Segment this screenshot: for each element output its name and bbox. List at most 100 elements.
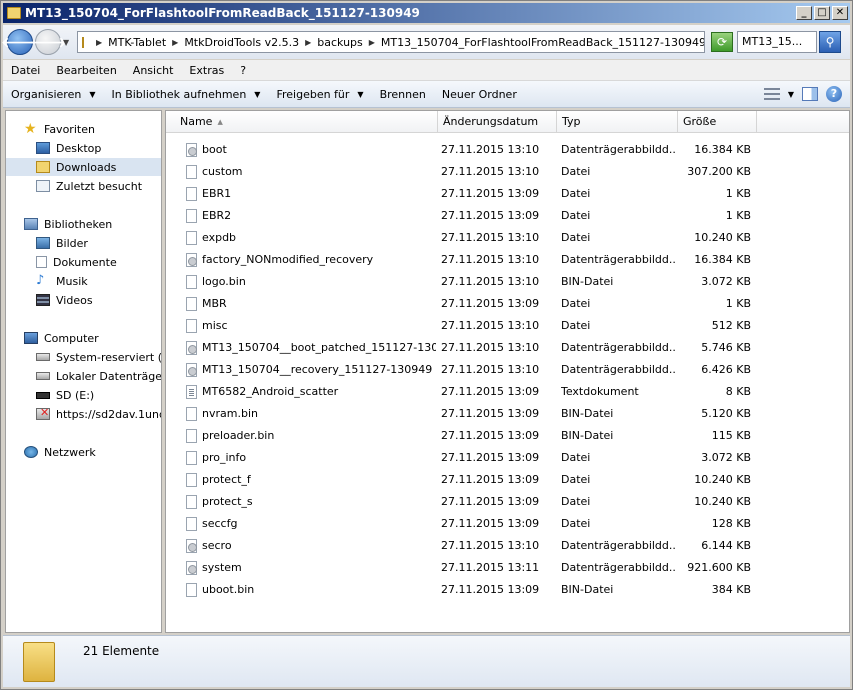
chevron-right-icon[interactable]: ▶ (369, 38, 375, 47)
share-with-button[interactable]: Freigeben für ▼ (268, 88, 371, 101)
nav-downloads[interactable]: Downloads (6, 158, 161, 176)
title-bar[interactable]: MT13_150704_ForFlashtoolFromReadBack_151… (3, 3, 850, 23)
nav-network[interactable]: Netzwerk (24, 443, 96, 461)
file-row[interactable]: seccfg 27.11.2015 13:09 Datei 128 KB (166, 513, 849, 535)
breadcrumb-current-folder[interactable]: MT13_150704_ForFlashtoolFromReadBack_151… (381, 36, 704, 49)
nav-desktop[interactable]: Desktop (36, 139, 101, 157)
file-row[interactable]: MT13_150704__recovery_151127-130949 27.11… (166, 359, 849, 381)
file-size: 384 KB (711, 583, 751, 596)
file-type: BIN-Datei (561, 429, 614, 442)
breadcrumb-mtkdroidtools[interactable]: MtkDroidTools v2.5.3 (184, 36, 299, 49)
search-icon[interactable]: ⚲ (819, 31, 841, 53)
file-date: 27.11.2015 13:09 (441, 297, 540, 310)
file-row[interactable]: expdb 27.11.2015 13:10 Datei 10.240 KB (166, 227, 849, 249)
disc-image-file-icon (186, 253, 197, 267)
file-date: 27.11.2015 13:09 (441, 473, 540, 486)
file-row[interactable]: uboot.bin 27.11.2015 13:09 BIN-Datei 384 KB (166, 579, 849, 601)
file-row[interactable]: system 27.11.2015 13:11 Datenträgerabbildd… (166, 557, 849, 579)
nav-pictures[interactable]: Bilder (36, 234, 88, 252)
column-size[interactable]: Größe (678, 111, 757, 133)
file-name: expdb (202, 231, 237, 244)
file-icon (186, 583, 197, 597)
help-icon[interactable]: ? (826, 86, 842, 102)
file-type: Datei (561, 165, 591, 178)
file-row[interactable]: EBR1 27.11.2015 13:09 Datei 1 KB (166, 183, 849, 205)
file-row[interactable]: factory_NONmodified_recovery 27.11.2015 1… (166, 249, 849, 271)
file-row[interactable]: secro 27.11.2015 13:10 Datenträgerabbildd.… (166, 535, 849, 557)
breadcrumb-mtk-tablet[interactable]: MTK-Tablet (108, 36, 166, 49)
nav-music[interactable]: ♪ Musik (36, 272, 88, 290)
chevron-right-icon[interactable]: ▶ (172, 38, 178, 47)
preview-pane-icon[interactable] (802, 87, 818, 101)
chevron-right-icon[interactable]: ▶ (96, 38, 102, 47)
refresh-button[interactable]: ⟳ (711, 32, 733, 52)
file-row[interactable]: pro_info 27.11.2015 13:09 Datei 3.072 KB (166, 447, 849, 469)
history-dropdown-icon[interactable]: ▼ (63, 38, 73, 47)
chevron-right-icon[interactable]: ▶ (305, 38, 311, 47)
nav-recent[interactable]: Zuletzt besucht (36, 177, 142, 195)
nav-label: Videos (56, 293, 93, 307)
breadcrumb-backups[interactable]: backups (317, 36, 363, 49)
file-row[interactable]: protect_f 27.11.2015 13:09 Datei 10.240 KB (166, 469, 849, 491)
file-row[interactable]: protect_s 27.11.2015 13:09 Datei 10.240 KB (166, 491, 849, 513)
minimize-button[interactable]: _ (796, 6, 812, 20)
menu-help[interactable]: ? (232, 64, 254, 77)
organize-button[interactable]: Organisieren ▼ (3, 88, 103, 101)
file-row[interactable]: MBR 27.11.2015 13:09 Datei 1 KB (166, 293, 849, 315)
nav-sd-card[interactable]: SD (E:) (36, 386, 94, 404)
file-type: Datenträgerabbildd... (561, 253, 676, 266)
new-folder-button[interactable]: Neuer Ordner (434, 88, 525, 101)
file-row[interactable]: custom 27.11.2015 13:10 Datei 307.200 KB (166, 161, 849, 183)
search-input[interactable]: MT13_15... (737, 31, 817, 53)
column-type[interactable]: Typ (557, 111, 678, 133)
file-type: Datei (561, 187, 591, 200)
windows-drive-icon (36, 372, 50, 380)
address-row: 🡐 🡒 ▼ ▶ MTK-Tablet ▶ MtkDroidTools v2.5.… (1, 25, 850, 59)
address-bar[interactable]: ▶ MTK-Tablet ▶ MtkDroidTools v2.5.3 ▶ ba… (77, 31, 705, 53)
menu-edit[interactable]: Bearbeiten (48, 64, 124, 77)
chevron-down-icon[interactable]: ▼ (788, 90, 794, 99)
column-date[interactable]: Änderungsdatum (438, 111, 557, 133)
file-type: BIN-Datei (561, 407, 614, 420)
nav-local-disk[interactable]: Lokaler Datenträger (C (36, 367, 161, 385)
menu-tools[interactable]: Extras (181, 64, 232, 77)
nav-documents[interactable]: Dokumente (36, 253, 117, 271)
file-row[interactable]: nvram.bin 27.11.2015 13:09 BIN-Datei 5.120 … (166, 403, 849, 425)
burn-button[interactable]: Brennen (372, 88, 434, 101)
file-type: Datei (561, 319, 591, 332)
maximize-button[interactable]: □ (814, 6, 830, 20)
menu-file[interactable]: Datei (3, 64, 48, 77)
nav-label: Netzwerk (44, 445, 96, 459)
desktop-icon (36, 142, 50, 154)
disconnected-network-drive-icon (36, 406, 50, 420)
nav-videos[interactable]: Videos (36, 291, 93, 309)
item-count: 21 Elemente (83, 644, 160, 658)
nav-libraries[interactable]: Bibliotheken (24, 215, 112, 233)
menu-view[interactable]: Ansicht (125, 64, 182, 77)
file-date: 27.11.2015 13:10 (441, 143, 540, 156)
file-row[interactable]: MT13_150704__boot_patched_151127-130... 2… (166, 337, 849, 359)
nav-favorites[interactable]: ★ Favoriten (24, 120, 95, 138)
file-type: Datenträgerabbildd... (561, 143, 676, 156)
column-name[interactable]: Name ▲ (166, 111, 438, 133)
nav-system-reserved[interactable]: System-reserviert (B:) (36, 348, 161, 366)
nav-computer[interactable]: Computer (24, 329, 99, 347)
nav-label: Computer (44, 331, 99, 345)
file-row[interactable]: EBR2 27.11.2015 13:09 Datei 1 KB (166, 205, 849, 227)
organize-label: Organisieren (11, 87, 82, 101)
file-row[interactable]: preloader.bin 27.11.2015 13:09 BIN-Datei 11… (166, 425, 849, 447)
file-row[interactable]: MT6582_Android_scatter 27.11.2015 13:09 Te… (166, 381, 849, 403)
view-options-icon[interactable] (763, 88, 780, 100)
forward-button[interactable]: 🡒 (29, 29, 67, 55)
file-row[interactable]: boot 27.11.2015 13:10 Datenträgerabbildd..… (166, 139, 849, 161)
nav-label: Favoriten (44, 122, 95, 136)
file-name: boot (202, 143, 227, 156)
close-button[interactable]: ✕ (832, 6, 848, 20)
include-in-library-button[interactable]: In Bibliothek aufnehmen ▼ (103, 88, 268, 101)
star-icon: ★ (24, 121, 37, 137)
file-row[interactable]: misc 27.11.2015 13:10 Datei 512 KB (166, 315, 849, 337)
file-date: 27.11.2015 13:09 (441, 517, 540, 530)
nav-webdav[interactable]: https://sd2dav.1und1 (36, 405, 161, 423)
file-row[interactable]: logo.bin 27.11.2015 13:10 BIN-Datei 3.072 K… (166, 271, 849, 293)
drive-icon (36, 353, 50, 361)
